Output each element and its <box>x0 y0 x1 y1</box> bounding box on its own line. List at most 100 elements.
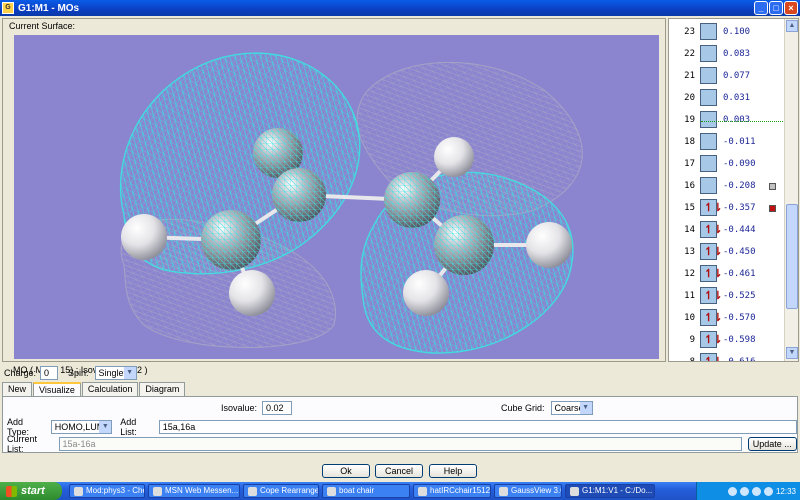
visualize-panel: Isovalue: Cube Grid: Coarse ▼ Add Type: … <box>2 396 798 454</box>
taskbar-item[interactable]: Cope Rearrangem... <box>243 484 319 498</box>
mo-row[interactable]: 10 ↿⇂ -0.570 <box>669 307 784 329</box>
spin-arrows-icon: ↿⇂ <box>704 224 723 236</box>
windows-logo-icon <box>6 485 17 497</box>
mo-row[interactable]: 19 0.003 <box>669 109 784 131</box>
mo-row[interactable]: 16 -0.208 <box>669 175 784 197</box>
tray-network-icon[interactable] <box>739 486 749 496</box>
current-list-input[interactable] <box>58 437 742 451</box>
mo-number: 17 <box>684 159 695 169</box>
charge-input[interactable] <box>40 366 59 380</box>
tab-new[interactable]: New <box>2 382 33 396</box>
mo-row[interactable]: 11 ↿⇂ -0.525 <box>669 285 784 307</box>
mo-row[interactable]: 15 ↿⇂ -0.357 <box>669 197 784 219</box>
spin-select[interactable]: Singlet ▼ <box>94 366 137 380</box>
occupied-orbital-icon[interactable]: ↿⇂ <box>700 221 722 238</box>
mo-number: 11 <box>684 291 695 301</box>
virtual-orbital-icon[interactable] <box>700 67 717 84</box>
isovalue-input[interactable] <box>262 401 293 415</box>
mo-number: 22 <box>684 49 695 59</box>
current-surface-label: Current Surface: <box>9 21 76 31</box>
app-icon <box>570 486 579 496</box>
taskbar-item[interactable]: Mod:phys3 - Che... <box>69 484 145 498</box>
surface-frame: Current Surface: MO (MO = 15) ; Isovalu… <box>2 18 666 375</box>
occupied-orbital-icon[interactable]: ↿⇂ <box>700 331 722 348</box>
cancel-button[interactable]: Cancel <box>375 464 423 478</box>
mo-row[interactable]: 22 0.083 <box>669 43 784 65</box>
virtual-orbital-icon[interactable] <box>700 177 717 194</box>
mo-row[interactable]: 8 ↿⇂ -0.616 <box>669 351 784 362</box>
tab-diagram[interactable]: Diagram <box>139 382 186 396</box>
cube-grid-select[interactable]: Coarse ▼ <box>550 401 593 415</box>
hydrogen-atom[interactable] <box>229 270 275 316</box>
virtual-orbital-icon[interactable] <box>700 155 717 172</box>
virtual-orbital-icon[interactable] <box>700 23 717 40</box>
minimize-button[interactable]: _ <box>754 1 768 15</box>
scroll-down-arrow-icon[interactable]: ▼ <box>786 347 798 359</box>
mo-list-panel[interactable]: 23 0.100 22 0.083 21 0.077 20 0.031 19 0.003 18 -0.… <box>668 18 799 362</box>
mo-energy: 0.031 <box>723 93 751 103</box>
hydrogen-atom[interactable] <box>434 137 474 177</box>
mo-energy: -0.090 <box>723 159 756 169</box>
gaussview-icon: G <box>2 2 14 14</box>
mo-row[interactable]: 21 0.077 <box>669 65 784 87</box>
occupied-orbital-icon[interactable]: ↿⇂ <box>700 287 722 304</box>
virtual-orbital-icon[interactable] <box>700 111 717 128</box>
ok-button[interactable]: Ok <box>322 464 370 478</box>
virtual-orbital-icon[interactable] <box>700 45 717 62</box>
spin-select-value: Singlet <box>98 368 127 378</box>
mo-row[interactable]: 23 0.100 <box>669 21 784 43</box>
title-bar[interactable]: G G1:M1 - MOs _ □ × <box>0 0 800 16</box>
add-type-select[interactable]: HOMO,LUMO ▼ <box>50 420 113 434</box>
mo-number: 10 <box>684 313 695 323</box>
mo-selected-marker-icon[interactable] <box>769 205 776 212</box>
hydrogen-atom[interactable] <box>526 222 572 268</box>
mo-row[interactable]: 12 ↿⇂ -0.461 <box>669 263 784 285</box>
update-button[interactable]: Update ... <box>747 437 797 451</box>
hydrogen-atom[interactable] <box>403 270 449 316</box>
mo-energy: -0.570 <box>723 313 756 323</box>
occupied-orbital-icon[interactable]: ↿⇂ <box>700 353 722 361</box>
mo-selected-marker-icon[interactable] <box>769 183 776 190</box>
mo-row[interactable]: 14 ↿⇂ -0.444 <box>669 219 784 241</box>
help-button[interactable]: Help <box>429 464 477 478</box>
occupied-orbital-icon[interactable]: ↿⇂ <box>700 243 722 260</box>
taskbar-item[interactable]: G1:M1:V1 - C:/Do... <box>565 484 655 498</box>
tray-help-icon[interactable] <box>727 486 737 496</box>
tab-visualize[interactable]: Visualize <box>33 382 81 397</box>
maximize-button[interactable]: □ <box>769 1 783 15</box>
app-icon <box>499 486 508 496</box>
taskbar-item[interactable]: MSN Web Messen... <box>148 484 240 498</box>
mo-row[interactable]: 9 ↿⇂ -0.598 <box>669 329 784 351</box>
scroll-thumb[interactable] <box>786 204 798 309</box>
occupied-orbital-icon[interactable]: ↿⇂ <box>700 199 722 216</box>
mo-row[interactable]: 18 -0.011 <box>669 131 784 153</box>
mo-row[interactable]: 20 0.031 <box>669 87 784 109</box>
tray-messenger-icon[interactable] <box>751 486 761 496</box>
chevron-down-icon: ▼ <box>99 421 112 433</box>
chevron-down-icon: ▼ <box>579 402 592 414</box>
mo-row[interactable]: 17 -0.090 <box>669 153 784 175</box>
occupied-orbital-icon[interactable]: ↿⇂ <box>700 265 722 282</box>
tray-volume-icon[interactable] <box>763 486 773 496</box>
add-list-input[interactable] <box>158 420 798 434</box>
mo-number: 21 <box>684 71 695 81</box>
molecule-viewport[interactable] <box>14 35 659 359</box>
tab-calculation[interactable]: Calculation <box>81 382 139 396</box>
taskbar-item[interactable]: boat chair <box>322 484 410 498</box>
hydrogen-atom[interactable] <box>121 214 167 260</box>
mo-energy: -0.011 <box>723 137 756 147</box>
close-button[interactable]: × <box>784 1 798 15</box>
occupied-orbital-icon[interactable]: ↿⇂ <box>700 309 722 326</box>
mo-list-scrollbar[interactable]: ▲ ▼ <box>784 19 798 361</box>
taskbar-item[interactable]: hatIRCchair1512 ... <box>413 484 491 498</box>
scroll-up-arrow-icon[interactable]: ▲ <box>786 20 798 32</box>
spin-arrows-icon: ↿⇂ <box>704 334 723 346</box>
mo-row[interactable]: 13 ↿⇂ -0.450 <box>669 241 784 263</box>
start-button[interactable]: start <box>0 482 62 500</box>
mo-energy: -0.208 <box>723 181 756 191</box>
taskbar-item[interactable]: GaussView 3.09 <box>494 484 562 498</box>
mo-number: 8 <box>689 357 695 362</box>
virtual-orbital-icon[interactable] <box>700 89 717 106</box>
virtual-orbital-icon[interactable] <box>700 133 717 150</box>
app-icon <box>248 486 257 496</box>
